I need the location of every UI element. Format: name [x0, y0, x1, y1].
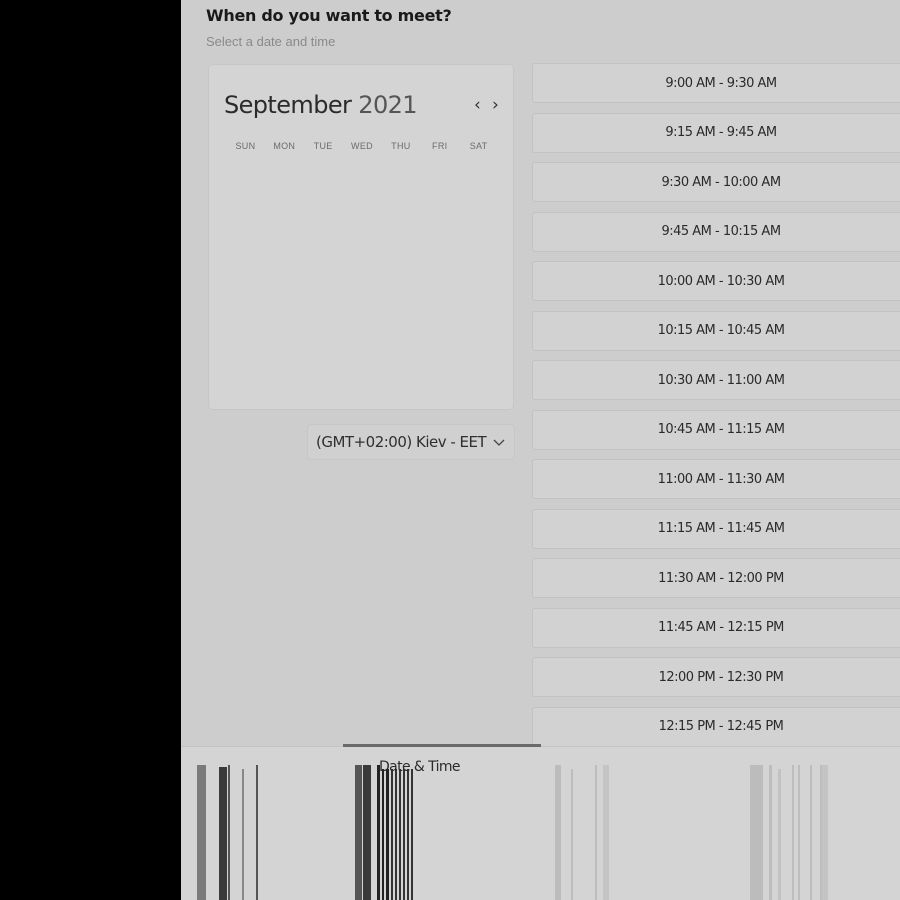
page-title: When do you want to meet?	[206, 6, 452, 25]
calendar-year: 2021	[358, 91, 417, 119]
weekday-label: THU	[391, 141, 411, 151]
booking-panel: When do you want to meet? Select a date …	[181, 0, 900, 900]
weekday-label: TUE	[313, 141, 333, 151]
time-slot-label: 11:15 AM - 11:45 AM	[657, 521, 785, 536]
time-slot-button[interactable]: 11:15 AM - 11:45 AM	[532, 508, 900, 549]
chevron-down-icon	[493, 439, 505, 446]
nav-step-date-time[interactable]: Date & Time	[355, 747, 461, 900]
time-slot-label: 12:00 PM - 12:30 PM	[658, 669, 784, 685]
details-icon	[555, 765, 609, 900]
timezone-select[interactable]: (GMT+02:00) Kiev - EET	[307, 424, 515, 460]
time-slot-button[interactable]: 11:00 AM - 11:30 AM	[532, 459, 900, 499]
calendar-month: September	[224, 91, 352, 119]
nav-step-label: Date & Time	[379, 759, 461, 775]
time-slot-label: 9:30 AM - 10:00 AM	[661, 174, 781, 190]
time-slot-label: 9:00 AM - 9:30 AM	[665, 75, 777, 91]
nav-step-service[interactable]	[197, 747, 287, 900]
time-slot-label: 11:30 AM - 12:00 PM	[658, 570, 784, 586]
time-slot-label: 10:15 AM - 10:45 AM	[657, 323, 785, 338]
weekday-label: WED	[351, 141, 373, 151]
time-slot-button[interactable]: 9:30 AM - 10:00 AM	[532, 162, 900, 202]
nav-step-confirm[interactable]	[750, 747, 850, 900]
time-slot-button[interactable]: 12:15 PM - 12:45 PM	[532, 706, 900, 747]
time-slot-button[interactable]: 10:30 AM - 11:00 AM	[532, 360, 900, 400]
time-slot-list: 9:00 AM - 9:30 AM 9:15 AM - 9:45 AM 9:30…	[532, 63, 900, 756]
calendar-weekdays: SUN MON TUE WED THU FRI SAT	[226, 141, 498, 151]
weekday-label: FRI	[432, 141, 448, 151]
calendar: September 2021 ‹ › SUN MON TUE WED THU F…	[208, 64, 514, 410]
chevron-left-icon[interactable]: ‹	[474, 95, 481, 115]
time-slot-label: 10:45 AM - 11:15 AM	[657, 422, 785, 437]
chevron-right-icon[interactable]: ›	[492, 95, 499, 115]
time-slot-button[interactable]: 10:00 AM - 10:30 AM	[532, 261, 900, 301]
calendar-month-year: September 2021	[224, 91, 418, 119]
time-slot-label: 10:00 AM - 10:30 AM	[657, 273, 785, 289]
confirm-icon	[750, 765, 828, 900]
time-slot-button[interactable]: 10:45 AM - 11:15 AM	[532, 409, 900, 450]
time-slot-button[interactable]: 9:15 AM - 9:45 AM	[532, 112, 900, 153]
time-slot-button[interactable]: 9:45 AM - 10:15 AM	[532, 211, 900, 252]
time-slot-button[interactable]: 10:15 AM - 10:45 AM	[532, 310, 900, 351]
time-slot-label: 9:45 AM - 10:15 AM	[661, 224, 781, 239]
time-slot-label: 11:00 AM - 11:30 AM	[657, 471, 785, 487]
bottom-step-nav: Date & Time	[181, 744, 900, 900]
time-slot-label: 9:15 AM - 9:45 AM	[665, 125, 777, 140]
time-slot-button[interactable]: 11:45 AM - 12:15 PM	[532, 607, 900, 648]
time-slot-button[interactable]: 12:00 PM - 12:30 PM	[532, 657, 900, 697]
nav-step-details[interactable]	[553, 747, 643, 900]
time-slot-label: 10:30 AM - 11:00 AM	[657, 372, 785, 388]
weekday-label: SAT	[469, 141, 488, 151]
time-slot-button[interactable]: 11:30 AM - 12:00 PM	[532, 558, 900, 598]
timezone-value: (GMT+02:00) Kiev - EET	[316, 433, 487, 451]
time-slot-button[interactable]: 9:00 AM - 9:30 AM	[532, 63, 900, 103]
time-slot-label: 12:15 PM - 12:45 PM	[658, 719, 784, 734]
service-icon	[197, 765, 258, 900]
weekday-label: SUN	[235, 141, 256, 151]
time-slot-label: 11:45 AM - 12:15 PM	[658, 620, 784, 635]
page-subtitle: Select a date and time	[206, 34, 336, 49]
weekday-label: MON	[273, 141, 296, 151]
